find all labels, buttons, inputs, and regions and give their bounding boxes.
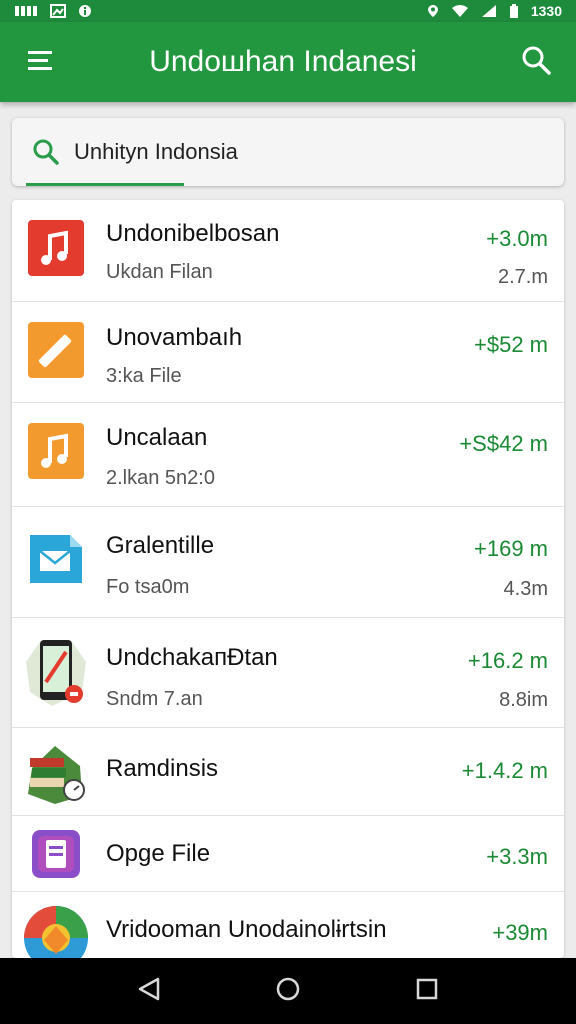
search-input[interactable] — [74, 139, 514, 165]
list-item[interactable]: Unovambaıh 3:ka File +$52 m — [12, 302, 564, 403]
home-icon — [275, 976, 301, 1007]
recents-button[interactable] — [397, 961, 457, 1021]
battery-icon — [509, 4, 519, 18]
file-name: UndchakaпƉtan — [106, 644, 278, 671]
phone-app-icon — [22, 632, 90, 712]
recents-icon — [415, 977, 439, 1006]
file-subtitle: 3:ka File — [106, 365, 182, 387]
wifi-icon — [451, 4, 469, 18]
file-list: Undonibelbosan Ukdan Filan +3.0m 2.7.m U… — [12, 200, 564, 958]
list-item[interactable]: UndchakaпƉtan Sndm 7.an +16.2 m 8.8im — [12, 618, 564, 728]
back-icon — [136, 976, 162, 1007]
network-icon — [14, 4, 38, 18]
list-item[interactable]: Gralentille Fo tsa0m +169 m 4.3m — [12, 507, 564, 618]
list-item[interactable]: Vridooman Unodainolɨrtsin +39m — [12, 892, 564, 958]
books-icon — [22, 738, 88, 806]
home-button[interactable] — [258, 961, 318, 1021]
file-name: Unovambaıh — [106, 324, 243, 351]
file-name: Gralentille — [106, 532, 215, 559]
file-size: +1.4.2 m — [461, 758, 548, 783]
list-item[interactable]: Ramdinsis +1.4.2 m — [12, 728, 564, 816]
app-title: Undoшhan Indanesi — [149, 45, 417, 78]
edit-file-icon — [26, 320, 86, 380]
app-bar: Undoшhan Indanesi — [0, 22, 576, 102]
file-name: Opge File — [106, 840, 211, 867]
signal-icon — [481, 4, 497, 18]
music-file-icon — [26, 218, 86, 278]
menu-icon — [26, 49, 54, 76]
file-size: +$52 m — [474, 332, 548, 357]
file-name: Undonibelbosan — [106, 220, 280, 247]
file-meta: 8.8im — [499, 689, 548, 711]
status-left — [14, 4, 92, 18]
search-icon — [30, 136, 62, 168]
file-subtitle: Ukdan Filan — [106, 261, 213, 283]
image-icon — [50, 4, 66, 18]
search-button[interactable] — [496, 22, 576, 102]
file-subtitle: Fo tsa0m — [106, 576, 190, 598]
list-item[interactable]: Opge File +3.3m — [12, 816, 564, 892]
file-name: Uncalaan — [106, 424, 208, 451]
search-underline — [26, 183, 184, 186]
file-size: +169 m — [474, 536, 548, 561]
file-name: Ramdinsis — [106, 755, 219, 782]
file-size: +3.0m — [486, 226, 548, 251]
location-icon — [427, 4, 439, 18]
file-size: +S$42 m — [459, 431, 548, 456]
music-file-icon — [26, 421, 86, 481]
search-icon — [521, 45, 551, 80]
chrome-like-icon — [22, 904, 90, 958]
back-button[interactable] — [119, 961, 179, 1021]
list-item[interactable]: Undonibelbosan Ukdan Filan +3.0m 2.7.m — [12, 200, 564, 302]
search-box[interactable] — [12, 118, 564, 186]
file-subtitle: 2.lkan 5n2:0 — [106, 467, 215, 489]
list-item[interactable]: Uncalaan 2.lkan 5n2:0 +S$42 m — [12, 403, 564, 507]
file-name: Vridooman Unodainolɨrtsin — [106, 916, 387, 943]
file-size: +3.3m — [486, 844, 548, 869]
info-icon — [78, 4, 92, 18]
file-size: +39m — [492, 920, 548, 945]
file-size: +16.2 m — [467, 648, 548, 673]
status-bar: 1330 — [0, 0, 576, 22]
menu-button[interactable] — [0, 22, 80, 102]
file-subtitle: Sndm 7.an — [106, 688, 203, 710]
file-meta: 4.3m — [503, 578, 548, 600]
navigation-bar — [0, 958, 576, 1024]
document-icon — [30, 828, 82, 880]
status-right: 1330 — [427, 3, 562, 19]
battery-text: 1330 — [530, 3, 562, 19]
mail-file-icon — [26, 529, 86, 589]
file-meta: 2.7.m — [497, 266, 548, 288]
